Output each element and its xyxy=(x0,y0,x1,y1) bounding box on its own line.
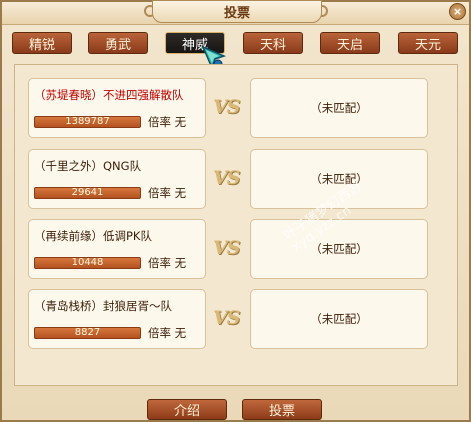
vote-count-bar: 10448 xyxy=(34,257,141,269)
team-card[interactable]: （千里之外）QNG队 29641 倍率 无 xyxy=(28,149,206,209)
vs-label: VS xyxy=(213,237,240,259)
tab-tianyuan[interactable]: 天元 xyxy=(398,32,458,54)
tab-jingrui[interactable]: 精锐 xyxy=(12,32,72,54)
team-name: （千里之外）QNG队 xyxy=(34,159,142,173)
vs-label: VS xyxy=(213,96,240,118)
vs-label: VS xyxy=(213,307,240,329)
team-name: （再续前缘）低调PK队 xyxy=(34,229,152,243)
opponent-card: （未匹配） xyxy=(250,149,428,209)
odds-rate: 倍率 无 xyxy=(148,326,187,340)
team-name: （青岛栈桥）封狼居胥～队 xyxy=(34,299,172,313)
opponent-card: （未匹配） xyxy=(250,219,428,279)
close-button[interactable]: × xyxy=(449,3,466,20)
tab-tianke[interactable]: 天科 xyxy=(243,32,303,54)
team-card[interactable]: （苏堤春晓）不进四强解散队 1389787 倍率 无 xyxy=(28,78,206,138)
tab-yongwu[interactable]: 勇武 xyxy=(88,32,148,54)
vote-count-bar: 8827 xyxy=(34,327,141,339)
odds-rate: 倍率 无 xyxy=(148,256,187,270)
vs-label: VS xyxy=(213,167,240,189)
vote-window: 投票 × 精锐 勇武 神威 天科 天启 天元 （苏堤春晓）不进四强解散队 138… xyxy=(0,0,471,422)
team-card[interactable]: （青岛栈桥）封狼居胥～队 8827 倍率 无 xyxy=(28,289,206,349)
odds-rate: 倍率 无 xyxy=(148,115,187,129)
vote-count-bar: 1389787 xyxy=(34,116,141,128)
match-list-panel: （苏堤春晓）不进四强解散队 1389787 倍率 无 VS （未匹配） （千里之… xyxy=(14,64,458,386)
match-row: （苏堤春晓）不进四强解散队 1389787 倍率 无 VS （未匹配） xyxy=(15,78,459,140)
match-row: （千里之外）QNG队 29641 倍率 无 VS （未匹配） xyxy=(15,149,459,211)
opponent-card: （未匹配） xyxy=(250,78,428,138)
intro-button[interactable]: 介绍 xyxy=(147,399,227,420)
window-title: 投票 xyxy=(152,0,322,23)
category-tabs: 精锐 勇武 神威 天科 天启 天元 xyxy=(2,32,471,54)
match-row: （青岛栈桥）封狼居胥～队 8827 倍率 无 VS （未匹配） xyxy=(15,289,459,351)
team-name: （苏堤春晓）不进四强解散队 xyxy=(34,88,184,102)
opponent-card: （未匹配） xyxy=(250,289,428,349)
odds-rate: 倍率 无 xyxy=(148,186,187,200)
title-bar: 投票 × xyxy=(2,0,469,25)
tab-tianqi[interactable]: 天启 xyxy=(320,32,380,54)
vote-count-bar: 29641 xyxy=(34,187,141,199)
team-card[interactable]: （再续前缘）低调PK队 10448 倍率 无 xyxy=(28,219,206,279)
vote-button[interactable]: 投票 xyxy=(242,399,322,420)
match-row: （再续前缘）低调PK队 10448 倍率 无 VS （未匹配） xyxy=(15,219,459,281)
